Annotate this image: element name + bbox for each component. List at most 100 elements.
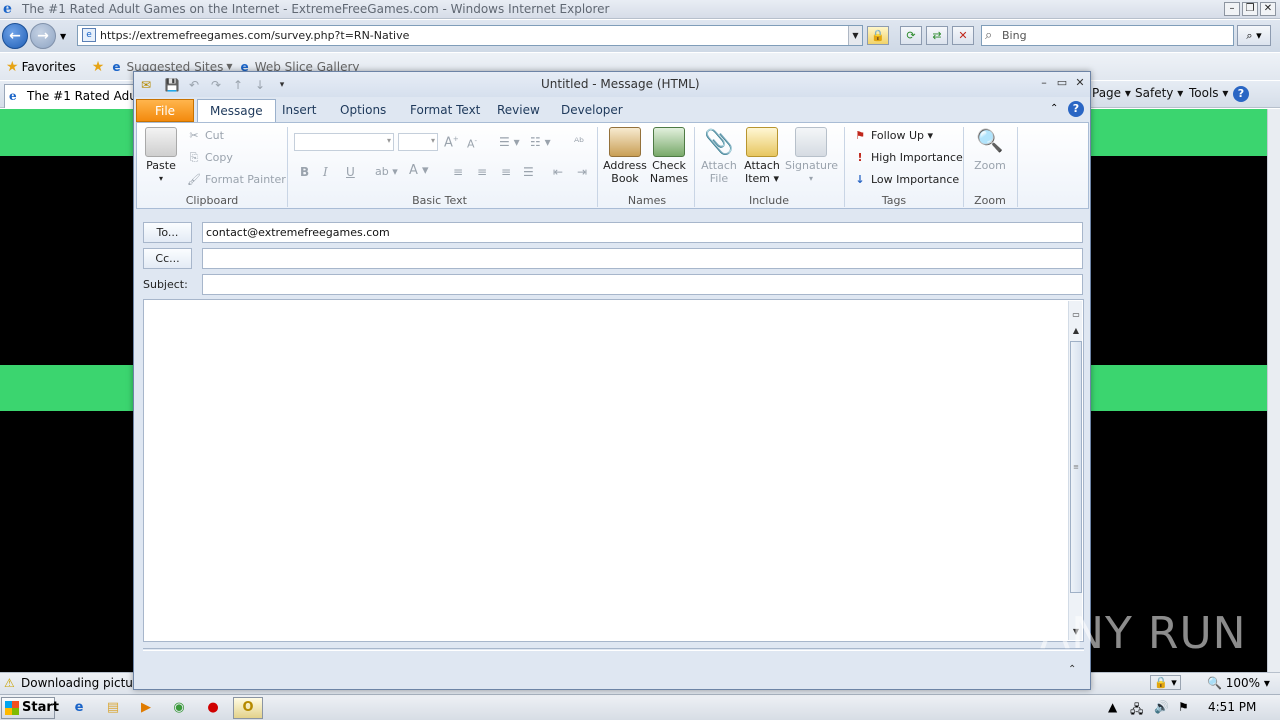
align-center-icon[interactable]: ≡: [477, 165, 487, 179]
search-box[interactable]: ⌕ Bing: [981, 25, 1234, 46]
customize-qat-icon[interactable]: ▾: [274, 77, 290, 93]
outlook-app-icon[interactable]: ✉: [138, 77, 154, 93]
to-button[interactable]: To...: [143, 222, 192, 243]
tray-expand-icon[interactable]: ▲: [1108, 700, 1117, 714]
format-painter-button[interactable]: 🖌 Format Painter: [187, 173, 286, 187]
tray-flag-icon[interactable]: ⚑: [1178, 700, 1189, 714]
message-maximize-button[interactable]: ▭: [1054, 76, 1070, 90]
browser-tab[interactable]: e The #1 Rated Adult G: [4, 84, 144, 108]
grow-font-icon[interactable]: A+: [444, 135, 459, 150]
safety-menu[interactable]: Safety ▾: [1135, 86, 1183, 100]
minimize-ribbon-icon[interactable]: ⌃: [1050, 103, 1058, 114]
taskbar-media-player-icon[interactable]: ▶: [131, 697, 161, 719]
taskbar-opera-icon[interactable]: ●: [198, 697, 228, 719]
attach-file-button[interactable]: 📎 Attach File: [699, 127, 739, 185]
font-name-combo[interactable]: ▾: [294, 133, 394, 151]
tab-message[interactable]: Message: [197, 99, 276, 122]
page-scrollbar[interactable]: [1267, 109, 1280, 672]
tab-options[interactable]: Options: [328, 99, 398, 122]
page-menu[interactable]: Page ▾: [1092, 86, 1131, 100]
stop-icon[interactable]: ✕: [952, 26, 974, 45]
numbering-icon[interactable]: ☷ ▾: [530, 135, 551, 149]
maximize-button[interactable]: ❐: [1242, 2, 1258, 16]
check-names-button[interactable]: Check Names: [649, 127, 689, 185]
font-size-combo[interactable]: ▾: [398, 133, 438, 151]
highlight-icon[interactable]: ab ▾: [375, 165, 398, 178]
cc-button[interactable]: Cc...: [143, 248, 192, 269]
ruler-icon[interactable]: ▭: [1070, 309, 1082, 321]
close-button[interactable]: ✕: [1260, 2, 1276, 16]
taskbar-chrome-icon[interactable]: ◉: [164, 697, 194, 719]
align-right-icon[interactable]: ≡: [501, 165, 511, 179]
suggested-dropdown-icon[interactable]: ▼: [226, 62, 232, 71]
decrease-indent-icon[interactable]: ⇤: [553, 165, 563, 179]
copy-button[interactable]: ⎘ Copy: [187, 151, 233, 165]
tab-insert[interactable]: Insert: [270, 99, 328, 122]
taskbar-explorer-icon[interactable]: ▤: [98, 697, 128, 719]
add-favorites-icon[interactable]: ★: [92, 59, 105, 75]
bold-icon[interactable]: B: [300, 165, 309, 179]
tray-network-icon[interactable]: 🖧: [1130, 700, 1143, 720]
recent-pages-icon[interactable]: ▼: [60, 32, 66, 41]
refresh-icon[interactable]: ⇄: [926, 26, 948, 45]
save-icon[interactable]: 💾: [164, 77, 180, 93]
subject-field[interactable]: [202, 274, 1083, 295]
undo-icon[interactable]: ↶: [186, 77, 202, 93]
font-color-icon[interactable]: A ▾: [409, 163, 429, 178]
tab-format-text[interactable]: Format Text: [398, 99, 492, 122]
scroll-thumb[interactable]: ≡: [1070, 341, 1082, 593]
attach-item-button[interactable]: Attach Item ▾: [742, 127, 782, 185]
align-left-icon[interactable]: ≡: [453, 165, 463, 179]
message-close-button[interactable]: ✕: [1072, 76, 1088, 90]
expand-people-pane-icon[interactable]: ⌃: [1068, 664, 1076, 675]
low-importance-button[interactable]: ↓ Low Importance: [853, 173, 959, 187]
protected-mode-icon[interactable]: 🔒 ▾: [1150, 675, 1181, 690]
zoom-button[interactable]: 🔍 Zoom: [970, 127, 1010, 172]
message-help-icon[interactable]: ?: [1068, 101, 1084, 117]
increase-indent-icon[interactable]: ⇥: [577, 165, 587, 179]
follow-up-button[interactable]: ⚑ Follow Up ▾: [853, 129, 933, 143]
address-bar[interactable]: e https://extremefreegames.com/survey.ph…: [77, 25, 863, 46]
paste-button[interactable]: Paste ▾: [143, 127, 179, 185]
cut-button[interactable]: ✂ Cut: [187, 129, 224, 143]
address-book-button[interactable]: Address Book: [602, 127, 648, 185]
italic-icon[interactable]: I: [323, 165, 328, 179]
clear-formatting-icon[interactable]: ᴬᵇ: [574, 135, 584, 149]
compatibility-icon[interactable]: ⟳: [900, 26, 922, 45]
people-pane-splitter[interactable]: [143, 648, 1084, 651]
help-icon[interactable]: ?: [1233, 86, 1249, 102]
tray-clock[interactable]: 4:51 PM: [1208, 700, 1256, 714]
search-button[interactable]: ⌕ ▾: [1237, 25, 1271, 46]
previous-item-icon[interactable]: ↑: [230, 77, 246, 93]
security-lock-icon[interactable]: 🔒: [867, 26, 889, 45]
address-text[interactable]: https://extremefreegames.com/survey.php?…: [100, 29, 409, 42]
tab-review[interactable]: Review: [485, 99, 552, 122]
start-button[interactable]: Start: [1, 697, 59, 719]
bullets-icon[interactable]: ☰ ▾: [499, 135, 520, 149]
message-body-editor[interactable]: ▭ ▲ ≡ ▼: [143, 299, 1084, 642]
tray-volume-icon[interactable]: 🔊: [1154, 700, 1169, 714]
address-dropdown-icon[interactable]: ▼: [848, 26, 862, 45]
cc-field[interactable]: [202, 248, 1083, 269]
signature-button[interactable]: Signature ▾: [785, 127, 838, 185]
shrink-font-icon[interactable]: A-: [467, 137, 477, 151]
taskbar-ie-icon[interactable]: e: [64, 697, 94, 719]
scroll-up-icon[interactable]: ▲: [1070, 325, 1082, 337]
high-importance-button[interactable]: ! High Importance: [853, 151, 962, 165]
next-item-icon[interactable]: ↓: [252, 77, 268, 93]
tools-menu[interactable]: Tools ▾: [1189, 86, 1228, 100]
redo-icon[interactable]: ↷: [208, 77, 224, 93]
to-field[interactable]: contact@extremefreegames.com: [202, 222, 1083, 243]
body-scrollbar[interactable]: ▭ ▲ ≡ ▼: [1068, 301, 1082, 640]
underline-icon[interactable]: U: [346, 165, 355, 179]
minimize-button[interactable]: –: [1224, 2, 1240, 16]
zoom-level[interactable]: 🔍 100% ▾: [1207, 676, 1270, 690]
taskbar-outlook-icon[interactable]: O: [233, 697, 263, 719]
favorites-button[interactable]: Favorites: [22, 60, 76, 74]
justify-icon[interactable]: ☰: [523, 165, 534, 179]
tab-developer[interactable]: Developer: [549, 99, 635, 122]
back-button[interactable]: ←: [2, 23, 28, 49]
message-minimize-button[interactable]: –: [1036, 76, 1052, 90]
forward-button[interactable]: →: [30, 23, 56, 49]
tab-file[interactable]: File: [136, 99, 194, 122]
